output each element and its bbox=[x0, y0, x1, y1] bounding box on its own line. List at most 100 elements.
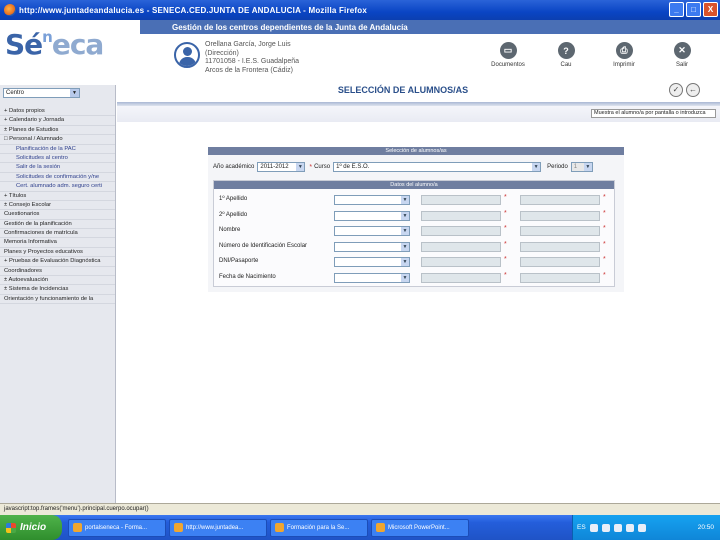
operator-select[interactable]: ▼ bbox=[334, 195, 410, 205]
tray-icon[interactable] bbox=[589, 523, 598, 532]
field-row: DNI/Pasaporte ▼ * * bbox=[214, 256, 614, 268]
documentos-button[interactable]: ▭ Documentos bbox=[488, 42, 528, 68]
tray-icon[interactable] bbox=[625, 523, 634, 532]
tool-label: Documentos bbox=[491, 62, 525, 68]
user-center: 11701058 - I.E.S. Guadalpeña bbox=[205, 58, 300, 65]
field-input[interactable] bbox=[520, 257, 600, 267]
operator-select[interactable]: ▼ bbox=[334, 210, 410, 221]
cau-button[interactable]: ? Cau bbox=[546, 42, 586, 68]
taskbar-item[interactable]: Microsoft PowerPoint... bbox=[371, 518, 469, 537]
back-icon[interactable]: ← bbox=[686, 83, 700, 97]
required-mark: * bbox=[603, 256, 606, 263]
help-icon: ? bbox=[557, 42, 575, 59]
app-icon bbox=[73, 523, 82, 532]
sidebar-item[interactable]: + Calendario y Jornada bbox=[0, 116, 115, 126]
seneca-logo: Séneca bbox=[5, 28, 104, 61]
windows-icon bbox=[6, 522, 16, 533]
tray-icon[interactable] bbox=[637, 523, 646, 532]
field-label: Nombre bbox=[219, 227, 241, 233]
tool-label: Imprimir bbox=[613, 62, 635, 68]
operator-select[interactable]: ▼ bbox=[334, 226, 410, 236]
document-icon: ▭ bbox=[499, 42, 517, 59]
periodo-select[interactable]: 1 ▼ bbox=[570, 162, 593, 172]
taskbar-item[interactable]: Formación para la Se... bbox=[270, 518, 368, 537]
sidebar-item[interactable]: ± Consejo Escolar bbox=[0, 201, 115, 211]
tool-label: Cau bbox=[560, 62, 572, 68]
field-row: Número de Identificación Escolar ▼ * * bbox=[214, 241, 614, 253]
sidebar-item[interactable]: Planificación de la PAC bbox=[0, 145, 115, 154]
field-input[interactable] bbox=[421, 210, 501, 221]
sidebar-item[interactable]: Orientación y funcionamiento de la bbox=[0, 295, 115, 305]
sidebar-item[interactable]: ± Sistema de Incidencias bbox=[0, 285, 115, 295]
sidebar-item[interactable]: Planes y Proyectos educativos bbox=[0, 248, 115, 258]
field-input[interactable] bbox=[520, 272, 600, 283]
sidebar-item[interactable]: Gestión de la planificación bbox=[0, 220, 115, 230]
chevron-down-icon: ▼ bbox=[401, 258, 409, 266]
sidebar-item[interactable]: ± Planes de Estudios bbox=[0, 126, 115, 136]
user-info: Orellana García, Jorge Luis (Dirección) … bbox=[205, 41, 299, 75]
app-icon bbox=[275, 523, 284, 532]
nivel-label: Curso bbox=[314, 164, 331, 170]
field-input[interactable] bbox=[421, 195, 501, 205]
tray-icon[interactable] bbox=[601, 523, 610, 532]
sidebar-item[interactable]: Salir de la sesión bbox=[0, 163, 115, 173]
field-input[interactable] bbox=[421, 226, 501, 236]
salir-button[interactable]: ✕ Salir bbox=[662, 42, 702, 68]
chevron-down-icon: ▼ bbox=[401, 227, 409, 235]
chevron-down-icon: ▼ bbox=[296, 163, 305, 171]
chevron-down-icon: ▼ bbox=[583, 163, 592, 171]
taskbar-item[interactable]: portalseneca - Forma... bbox=[68, 518, 166, 537]
field-input[interactable] bbox=[421, 257, 501, 267]
required-mark: * bbox=[603, 194, 606, 201]
sidebar-item[interactable]: □ Personal / Alumnado bbox=[0, 135, 115, 145]
nivel-select[interactable]: 1º de E.S.O. ▼ bbox=[333, 162, 542, 172]
panel-title: Selección de alumnos/as bbox=[208, 147, 624, 155]
field-input[interactable] bbox=[520, 241, 600, 252]
chevron-down-icon: ▼ bbox=[401, 242, 409, 251]
close-window-button[interactable]: X bbox=[703, 2, 718, 17]
clock: 20:50 bbox=[697, 524, 714, 531]
sidebar-item[interactable]: Coordinadores bbox=[0, 267, 115, 277]
required-mark: * bbox=[504, 240, 507, 248]
maximize-button[interactable]: □ bbox=[686, 2, 701, 17]
field-input[interactable] bbox=[421, 241, 501, 252]
required-mark: * bbox=[504, 194, 507, 201]
user-name: Orellana García, Jorge Luis bbox=[205, 41, 291, 48]
field-input[interactable] bbox=[421, 272, 501, 283]
field-input[interactable] bbox=[520, 226, 600, 236]
minimize-button[interactable]: _ bbox=[669, 2, 684, 17]
sidebar-item[interactable]: + Datos propios bbox=[0, 107, 115, 117]
chevron-down-icon: ▼ bbox=[401, 196, 409, 204]
imprimir-button[interactable]: ⎙ Imprimir bbox=[604, 42, 644, 68]
operator-select[interactable]: ▼ bbox=[334, 241, 410, 252]
language-indicator[interactable]: ES bbox=[577, 524, 586, 531]
sidebar-item[interactable]: Solicitudes al centro bbox=[0, 154, 115, 164]
operator-select[interactable]: ▼ bbox=[334, 257, 410, 267]
centro-select[interactable]: Centro ▼ bbox=[3, 88, 80, 98]
user-role: (Dirección) bbox=[205, 49, 239, 57]
sidebar-item[interactable]: ± Autoevaluación bbox=[0, 276, 115, 286]
field-label: Número de Identificación Escolar bbox=[219, 242, 308, 249]
sidebar-item[interactable]: Cert. alumnado adm. seguro certi bbox=[0, 182, 115, 192]
field-input[interactable] bbox=[520, 210, 600, 221]
periodo-label: Periodo bbox=[547, 164, 568, 170]
sidebar-item[interactable]: + Pruebas de Evaluación Diagnóstica bbox=[0, 257, 115, 267]
required-mark: * bbox=[603, 209, 606, 217]
window-title: http://www.juntadeandalucia.es - SENECA.… bbox=[19, 5, 368, 15]
sidebar-item[interactable]: Memoria Informativa bbox=[0, 238, 115, 248]
exit-icon: ✕ bbox=[673, 42, 691, 59]
curso-select[interactable]: 2011-2012 ▼ bbox=[257, 162, 306, 172]
taskbar-item[interactable]: http://www.juntadea... bbox=[169, 518, 267, 537]
sidebar-item[interactable]: Solicitudes de confirmación y/ne bbox=[0, 173, 115, 183]
operator-select[interactable]: ▼ bbox=[334, 272, 410, 283]
start-button[interactable]: Inicio bbox=[0, 515, 62, 540]
sidebar-item[interactable]: + Títulos bbox=[0, 192, 115, 201]
required-mark: * bbox=[603, 225, 606, 232]
curso-label: Año académico bbox=[213, 164, 255, 170]
field-input[interactable] bbox=[520, 195, 600, 205]
student-data-panel: Datos del alumno/a 1º Apellido ▼ * * 2º Apel… bbox=[213, 180, 615, 287]
accept-icon[interactable]: ✓ bbox=[669, 83, 683, 97]
sidebar-item[interactable]: Confirmaciones de matrícula bbox=[0, 229, 115, 239]
sidebar-item[interactable]: Cuestionarios bbox=[0, 210, 115, 220]
tray-icon[interactable] bbox=[613, 523, 622, 532]
